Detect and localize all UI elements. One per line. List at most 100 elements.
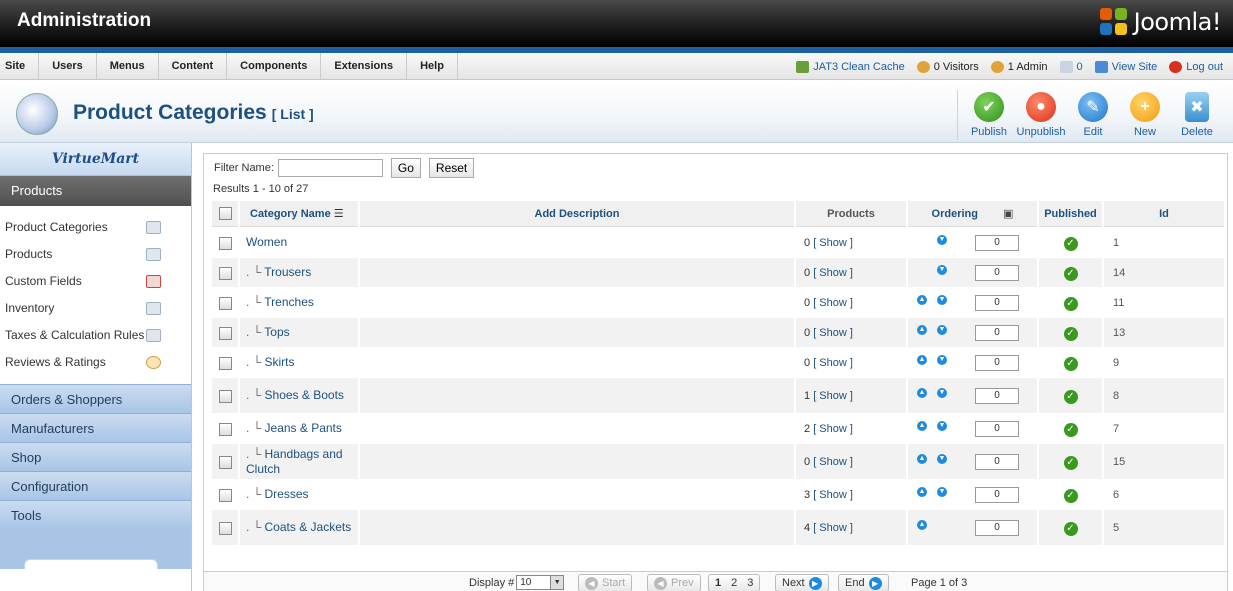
publish-button[interactable]: ✔ Publish: [963, 90, 1015, 140]
move-down-icon[interactable]: ▼: [937, 387, 947, 398]
move-down-icon[interactable]: ▼: [937, 264, 947, 275]
sidebar-section-configuration[interactable]: Configuration: [0, 471, 191, 500]
order-input[interactable]: 0: [975, 420, 1019, 437]
save-order-icon[interactable]: ▣: [1003, 208, 1013, 220]
move-up-icon[interactable]: ▲: [917, 324, 927, 335]
order-input[interactable]: 0: [975, 294, 1019, 311]
messages-link[interactable]: 0: [1059, 60, 1083, 73]
sidebar-heading-products[interactable]: Products: [0, 176, 191, 206]
move-down-icon[interactable]: ▼: [937, 354, 947, 365]
sidebar-section-manufacturers[interactable]: Manufacturers: [0, 413, 191, 442]
category-name-link[interactable]: Trousers: [264, 265, 311, 279]
page-3[interactable]: 3: [747, 575, 753, 591]
show-products-link[interactable]: [ Show ]: [813, 267, 853, 279]
published-check-icon[interactable]: ✓: [1063, 488, 1078, 503]
category-name-link[interactable]: Jeans & Pants: [265, 421, 342, 435]
show-products-link[interactable]: [ Show ]: [813, 297, 853, 309]
move-up-icon[interactable]: ▲: [917, 354, 927, 365]
reset-button[interactable]: Reset: [428, 158, 475, 178]
published-check-icon[interactable]: ✓: [1063, 236, 1078, 251]
move-up-icon[interactable]: ▲: [917, 387, 927, 398]
order-input[interactable]: 0: [975, 453, 1019, 470]
show-products-link[interactable]: [ Show ]: [813, 489, 853, 501]
category-name-link[interactable]: Trenches: [264, 295, 314, 309]
sidebar-item-inventory[interactable]: Inventory: [0, 295, 191, 322]
order-input[interactable]: 0: [975, 486, 1019, 503]
move-down-icon[interactable]: ▼: [937, 294, 947, 305]
move-up-icon[interactable]: ▲: [917, 486, 927, 497]
select-all-checkbox[interactable]: [218, 207, 232, 220]
order-input[interactable]: 0: [975, 234, 1019, 251]
move-up-icon[interactable]: ▲: [917, 420, 927, 431]
show-products-link[interactable]: [ Show ]: [813, 522, 853, 534]
sidebar-section-shop[interactable]: Shop: [0, 442, 191, 471]
order-input[interactable]: 0: [975, 354, 1019, 371]
row-checkbox[interactable]: [218, 356, 232, 370]
row-checkbox[interactable]: [218, 488, 232, 502]
show-products-link[interactable]: [ Show ]: [813, 456, 853, 468]
menu-components[interactable]: Components: [227, 53, 322, 79]
category-name-link[interactable]: Shoes & Boots: [265, 388, 344, 402]
menu-help[interactable]: Help: [407, 53, 458, 79]
unpublish-button[interactable]: ● Unpublish: [1015, 90, 1067, 140]
move-up-icon[interactable]: ▲: [917, 453, 927, 464]
published-check-icon[interactable]: ✓: [1063, 455, 1078, 470]
joomla-logo[interactable]: Joomla!: [1099, 7, 1222, 37]
move-down-icon[interactable]: ▼: [937, 453, 947, 464]
menu-menus[interactable]: Menus: [97, 53, 159, 79]
published-check-icon[interactable]: ✓: [1063, 356, 1078, 371]
clean-cache-link[interactable]: JAT3 Clean Cache: [796, 60, 905, 73]
move-up-icon[interactable]: ▲: [917, 519, 927, 530]
category-name-header[interactable]: Category Name ☰: [240, 201, 358, 227]
category-name-link[interactable]: Skirts: [265, 355, 295, 369]
sidebar-item-products[interactable]: Products: [0, 241, 191, 268]
row-checkbox[interactable]: [218, 296, 232, 310]
edit-button[interactable]: ✎ Edit: [1067, 90, 1119, 140]
go-button[interactable]: Go: [390, 158, 421, 178]
id-header[interactable]: Id: [1104, 201, 1224, 227]
category-name-link[interactable]: Tops: [264, 325, 289, 339]
published-check-icon[interactable]: ✓: [1063, 296, 1078, 311]
published-check-icon[interactable]: ✓: [1063, 422, 1078, 437]
order-input[interactable]: 0: [975, 264, 1019, 281]
row-checkbox[interactable]: [218, 326, 232, 340]
show-products-link[interactable]: [ Show ]: [813, 357, 853, 369]
move-down-icon[interactable]: ▼: [937, 324, 947, 335]
sidebar-item-product-categories[interactable]: Product Categories: [0, 214, 191, 241]
logout-link[interactable]: Log out: [1169, 60, 1223, 73]
display-count-select[interactable]: 10 ▼: [516, 575, 565, 590]
ordering-header[interactable]: Ordering ▣: [908, 201, 1037, 227]
move-down-icon[interactable]: ▼: [937, 234, 947, 245]
sidebar-item-custom-fields[interactable]: Custom Fields: [0, 268, 191, 295]
menu-extensions[interactable]: Extensions: [321, 53, 408, 79]
order-input[interactable]: 0: [975, 519, 1019, 536]
menu-users[interactable]: Users: [39, 53, 97, 79]
category-name-link[interactable]: Coats & Jackets: [265, 520, 352, 534]
next-button[interactable]: Next ▶: [775, 574, 829, 591]
sidebar-section-orders[interactable]: Orders & Shoppers: [0, 384, 191, 413]
row-checkbox[interactable]: [218, 389, 232, 403]
move-up-icon[interactable]: ▲: [917, 294, 927, 305]
category-name-link[interactable]: Dresses: [265, 487, 309, 501]
new-button[interactable]: + New: [1119, 90, 1171, 140]
prev-button[interactable]: ◀ Prev: [647, 574, 701, 591]
row-checkbox[interactable]: [218, 521, 232, 535]
delete-button[interactable]: ✖ Delete: [1171, 90, 1223, 140]
published-check-icon[interactable]: ✓: [1063, 521, 1078, 536]
show-products-link[interactable]: [ Show ]: [813, 327, 853, 339]
order-input[interactable]: 0: [975, 387, 1019, 404]
row-checkbox[interactable]: [218, 422, 232, 436]
page-1[interactable]: 1: [715, 575, 721, 591]
menu-site[interactable]: Site: [0, 53, 40, 79]
end-button[interactable]: End ▶: [838, 574, 889, 591]
published-check-icon[interactable]: ✓: [1063, 266, 1078, 281]
filter-name-input[interactable]: [277, 159, 383, 177]
sidebar-item-reviews[interactable]: Reviews & Ratings: [0, 349, 191, 376]
row-checkbox[interactable]: [218, 455, 232, 469]
sidebar-section-tools[interactable]: Tools: [0, 500, 191, 529]
page-2[interactable]: 2: [731, 575, 737, 591]
category-name-link[interactable]: Women: [246, 235, 287, 249]
description-header[interactable]: Add Description: [360, 201, 794, 227]
show-products-link[interactable]: [ Show ]: [813, 423, 853, 435]
published-check-icon[interactable]: ✓: [1063, 389, 1078, 404]
